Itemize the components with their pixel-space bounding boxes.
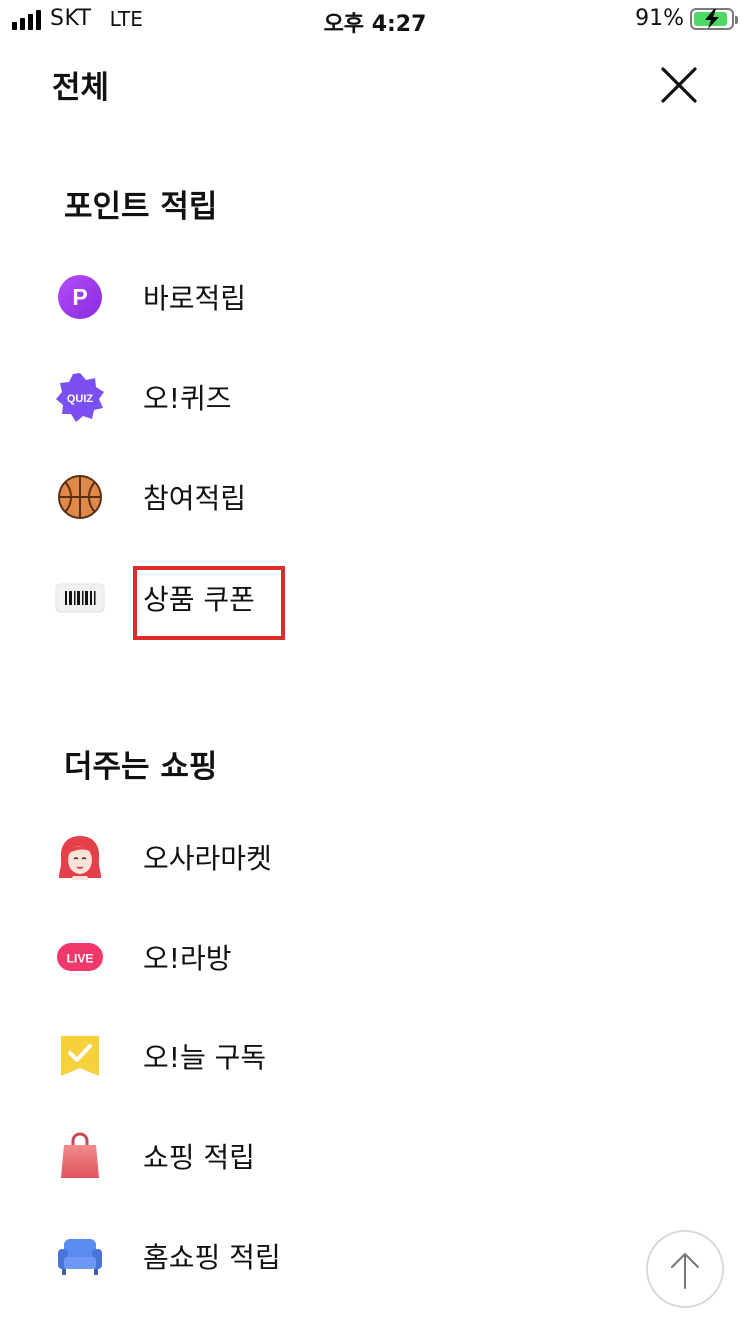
menu-item-label: 오!퀴즈	[143, 382, 232, 415]
menu-item-label: 오사라마켓	[143, 842, 272, 875]
battery-charging-icon	[690, 7, 738, 30]
shopping-bag-icon	[52, 1128, 108, 1184]
arrow-up-icon	[671, 1253, 699, 1289]
svg-text:LIVE: LIVE	[67, 952, 94, 966]
menu-item-osara-market[interactable]: 오사라마켓	[52, 817, 612, 897]
menu-item-home-shopping-points[interactable]: 홈쇼핑 적립	[52, 1216, 612, 1296]
live-badge-icon: LIVE	[52, 929, 108, 985]
woman-face-icon	[52, 829, 108, 885]
status-bar: SKT LTE 오후 4:27 91%	[0, 0, 750, 40]
menu-item-shopping-points[interactable]: 쇼핑 적립	[52, 1116, 612, 1196]
page-title: 전체	[52, 70, 110, 106]
menu-item-label: 쇼핑 적립	[143, 1141, 255, 1174]
close-button[interactable]	[654, 62, 702, 110]
basketball-icon	[52, 469, 108, 525]
status-bar-right: 91%	[635, 6, 738, 31]
menu-item-instant-points[interactable]: P 바로적립	[52, 257, 612, 337]
menu-item-label: 오!늘 구독	[143, 1041, 267, 1074]
section-title-points: 포인트 적립	[64, 189, 218, 225]
menu-item-label: 오!라방	[143, 942, 232, 975]
check-bookmark-icon	[52, 1028, 108, 1084]
menu-item-label: 참여적립	[143, 482, 247, 515]
close-icon	[661, 67, 697, 103]
highlight-annotation-box	[133, 566, 285, 640]
battery-percent: 91%	[635, 6, 684, 31]
svg-text:P: P	[72, 284, 87, 310]
scroll-to-top-button[interactable]	[646, 1230, 724, 1308]
sofa-icon	[52, 1228, 108, 1284]
barcode-icon	[52, 570, 108, 626]
section-title-shopping: 더주는 쇼핑	[64, 749, 218, 785]
menu-item-quiz[interactable]: QUIZ 오!퀴즈	[52, 357, 612, 437]
p-point-icon: P	[52, 269, 108, 325]
menu-item-label: 홈쇼핑 적립	[143, 1241, 281, 1274]
quiz-badge-icon: QUIZ	[52, 369, 108, 425]
menu-item-today-subscription[interactable]: 오!늘 구독	[52, 1016, 612, 1096]
menu-item-participation-points[interactable]: 참여적립	[52, 457, 612, 537]
menu-item-label: 바로적립	[143, 282, 247, 315]
menu-item-olive-broadcast[interactable]: LIVE 오!라방	[52, 917, 612, 997]
svg-text:QUIZ: QUIZ	[67, 393, 94, 405]
